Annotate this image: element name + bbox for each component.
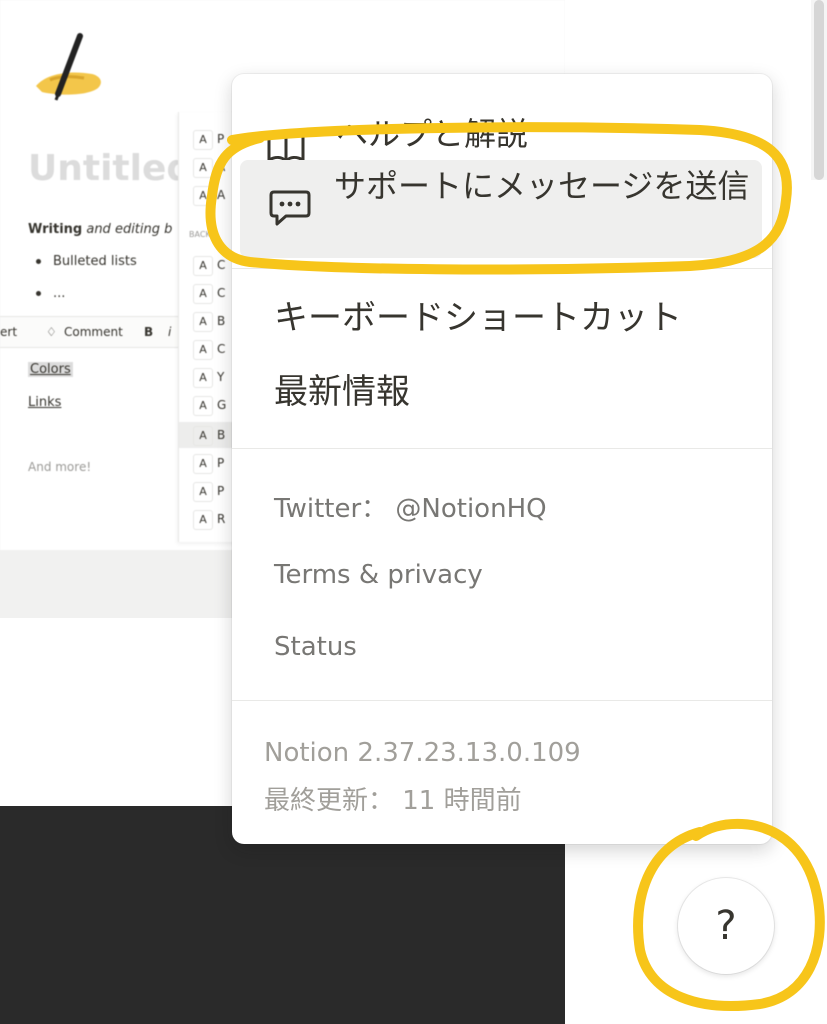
font-row: AR [193, 510, 225, 530]
list-item-label: ... [53, 286, 66, 301]
font-row-label: C [217, 258, 226, 272]
status-link-label: Status [274, 632, 357, 662]
font-glyph: A [193, 482, 213, 502]
keyboard-shortcuts-item[interactable]: キーボードショートカット [232, 290, 772, 346]
list-item: ... [36, 286, 65, 301]
terms-privacy-label: Terms & privacy [274, 560, 483, 590]
list-item-label: Bulleted lists [53, 254, 137, 269]
toolbar-fragment: ert [0, 325, 18, 339]
keyboard-shortcuts-label: キーボードショートカット [274, 298, 682, 338]
font-glyph: A [193, 158, 213, 178]
font-row: AG [193, 396, 226, 416]
toolbar-comment-label: Comment [64, 325, 123, 339]
twitter-link-item[interactable]: Twitter： @NotionHQ [232, 482, 772, 528]
whats-new-label: 最新情報 [274, 372, 410, 412]
font-row-label: G [217, 398, 227, 412]
font-list-panel: AP AA AA BACK AC AC AB AC AY AG AB AP AP… [178, 112, 239, 542]
font-row-label: R [217, 512, 226, 526]
colors-text: Colors [28, 362, 73, 377]
and-more-text: And more! [28, 460, 92, 474]
help-menu: ヘルプと解説 サポートにメッセージを送信 キーボードショートカット 最新情報 T… [232, 74, 772, 844]
chat-bubble-icon [269, 190, 311, 226]
comment-icon: ♢ [46, 325, 57, 339]
message-support-label: サポートにメッセージを送信 [334, 167, 750, 205]
message-support-item[interactable]: サポートにメッセージを送信 [240, 160, 762, 258]
body-text: Writing and editing b [28, 222, 172, 237]
font-glyph: A [193, 130, 213, 150]
font-row-label: C [217, 286, 226, 300]
scrollbar-thumb[interactable] [814, 0, 824, 180]
font-row-label: P [217, 484, 225, 498]
version-info: Notion 2.37.23.13.0.109 [264, 738, 581, 768]
links-text: Links [28, 395, 62, 410]
bullet-dot [36, 291, 41, 296]
menu-divider [232, 448, 772, 449]
font-glyph: A [193, 312, 213, 332]
font-row: AY [193, 368, 224, 388]
font-glyph: A [193, 368, 213, 388]
font-row: AC [193, 340, 225, 360]
font-row-label: P [217, 132, 225, 146]
help-docs-item[interactable]: ヘルプと解説 [232, 102, 772, 166]
font-row-label: Y [217, 370, 225, 384]
font-row: AA [193, 158, 225, 178]
font-row: AB [193, 312, 225, 332]
list-item: Bulleted lists [36, 254, 137, 269]
font-row: AP [193, 482, 224, 502]
font-row: AP [193, 130, 224, 150]
font-row-label: A [217, 160, 226, 174]
terms-privacy-item[interactable]: Terms & privacy [232, 556, 772, 602]
font-glyph: A [193, 426, 213, 446]
font-row: AA [193, 186, 225, 206]
font-row-label: B [217, 428, 226, 442]
body-text-bold: Writing [28, 222, 83, 237]
twitter-link-label: Twitter： @NotionHQ [274, 494, 547, 524]
font-row-label: B [217, 314, 226, 328]
font-glyph: A [193, 396, 213, 416]
font-glyph: A [193, 454, 213, 474]
font-row: AB [193, 426, 225, 446]
font-glyph: A [193, 256, 213, 276]
font-row-label: A [217, 188, 226, 202]
font-glyph: A [193, 186, 213, 206]
toolbar-italic-glyph: i [168, 325, 172, 339]
last-updated-info: 最終更新： 11 時間前 [264, 786, 522, 816]
font-row: AC [193, 256, 225, 276]
font-row: AC [193, 284, 225, 304]
toolbar-bold-glyph: B [144, 325, 154, 339]
font-glyph: A [193, 284, 213, 304]
book-icon [267, 132, 305, 163]
help-button[interactable]: ? [678, 878, 774, 974]
menu-divider [232, 700, 772, 701]
font-row: AP [193, 454, 224, 474]
font-glyph: A [193, 340, 213, 360]
page-title: Untitled [28, 148, 193, 189]
status-link-item[interactable]: Status [232, 628, 772, 674]
screen: Untitled Writing and editing b Bulleted … [0, 0, 827, 1024]
menu-divider [232, 268, 772, 269]
font-row-label: C [217, 342, 226, 356]
bullet-dot [36, 259, 41, 264]
body-text-rest: and editing b [82, 222, 173, 237]
help-docs-label: ヘルプと解説 [336, 115, 529, 153]
font-section-label: BACK [189, 230, 211, 239]
whats-new-item[interactable]: 最新情報 [232, 366, 772, 422]
writing-hand-icon [36, 33, 101, 101]
font-glyph: A [193, 510, 213, 530]
font-row-label: P [217, 456, 225, 470]
